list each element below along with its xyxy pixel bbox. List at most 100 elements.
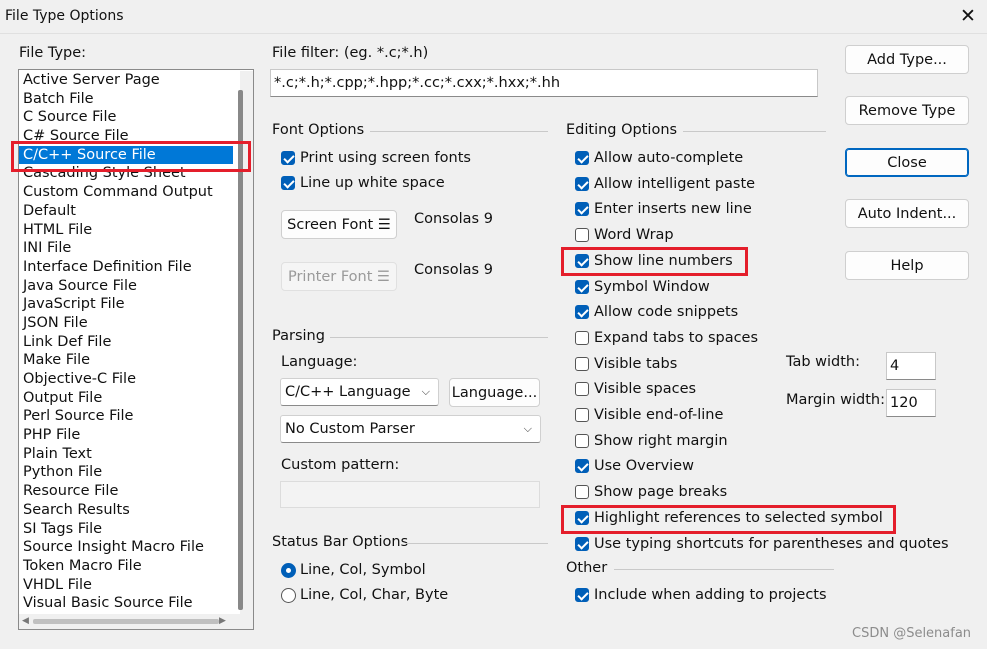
checkbox-icon[interactable] [575,382,589,397]
remove-type-button[interactable]: Remove Type [845,96,969,125]
radio-icon[interactable] [281,587,296,603]
editing-option-checkbox[interactable]: Symbol Window [575,279,710,295]
language-button[interactable]: Language... [449,378,540,407]
file-type-item[interactable]: Python File [19,463,239,482]
checkbox-icon[interactable] [575,408,589,422]
file-type-item[interactable]: SI Tags File [19,520,239,539]
editing-option-checkbox[interactable]: Enter inserts new line [575,201,752,217]
file-filter-input[interactable]: *.c;*.h;*.cpp;*.hpp;*.cc;*.cxx;*.hxx;*.h… [270,69,818,97]
editing-option-label: Allow intelligent paste [594,175,756,192]
file-type-item[interactable]: JSON File [19,314,239,333]
editing-option-checkbox[interactable]: Visible tabs [575,356,677,372]
close-button[interactable]: Close [845,148,969,177]
editing-options-divider [683,131,826,132]
checkbox-icon[interactable] [575,151,589,165]
checkbox-icon[interactable] [575,588,589,602]
checkbox-icon[interactable] [575,433,589,448]
editing-option-label: Visible end-of-line [594,407,724,423]
language-select[interactable]: C/C++ Language ⌵ [280,378,439,406]
include-when-adding-to-projects-checkbox[interactable]: Include when adding to projects [575,587,827,603]
title-bar: File Type Options ✕ [0,0,987,34]
file-type-item[interactable]: Batch File [19,90,239,109]
checkbox-icon[interactable] [575,485,589,500]
scroll-right-icon[interactable]: ▶ [219,616,226,626]
file-type-item[interactable]: Objective-C File [19,370,239,389]
checkbox-icon[interactable] [281,151,295,165]
file-type-item[interactable]: Resource File [19,482,239,501]
checkbox-icon[interactable] [575,305,589,320]
add-type-button[interactable]: Add Type... [845,45,969,74]
file-type-item[interactable]: PHP File [19,426,239,445]
printer-font-value: Consolas 9 [414,262,493,278]
checkbox-icon[interactable] [575,228,589,243]
file-type-item[interactable]: Perl Source File [19,407,239,426]
editing-option-checkbox[interactable]: Use typing shortcuts for parentheses and… [575,536,949,552]
printer-font-button[interactable]: Printer Font ☰ [281,262,397,291]
line-up-white-space-checkbox[interactable]: Line up white space [281,175,445,191]
window-title: File Type Options [5,8,124,24]
checkbox-icon[interactable] [281,176,295,190]
highlight-box-selected-file-type [11,141,251,172]
screen-font-button-label: Screen Font [287,217,374,233]
file-type-item[interactable]: INI File [19,239,239,258]
editing-option-checkbox[interactable]: Word Wrap [575,227,674,243]
editing-option-checkbox[interactable]: Use Overview [575,458,694,474]
file-type-item[interactable]: HTML File [19,221,239,240]
close-icon[interactable]: ✕ [956,4,980,28]
editing-option-checkbox[interactable]: Allow code snippets [575,304,738,320]
file-type-item[interactable]: C Source File [19,108,239,127]
editing-option-label: Visible spaces [594,381,697,398]
margin-width-label: Margin width: [786,392,885,408]
checkbox-icon[interactable] [575,279,589,294]
file-type-item[interactable]: Token Macro File [19,557,239,576]
checkbox-icon[interactable] [575,202,589,217]
editing-option-checkbox[interactable]: Expand tabs to spaces [575,330,758,346]
editing-option-checkbox[interactable]: Allow intelligent paste [575,176,755,192]
file-type-item[interactable]: Plain Text [19,445,239,464]
checkbox-icon[interactable] [575,536,589,551]
custom-parser-select[interactable]: No Custom Parser ⌵ [280,415,541,443]
auto-indent-button[interactable]: Auto Indent... [845,199,969,228]
help-button[interactable]: Help [845,251,969,280]
radio-icon[interactable] [281,562,296,578]
print-screen-fonts-checkbox[interactable]: Print using screen fonts [281,150,471,166]
checkbox-icon[interactable] [575,356,589,371]
language-select-value: C/C++ Language [285,384,411,400]
file-type-item[interactable]: Source Insight Macro File [19,538,239,557]
editing-option-label: Enter inserts new line [594,201,752,218]
file-type-item[interactable]: VHDL File [19,576,239,595]
highlight-box-show-line-numbers [561,247,748,276]
editing-option-checkbox[interactable]: Show right margin [575,433,728,449]
custom-pattern-input[interactable] [280,481,540,508]
editing-option-checkbox[interactable]: Visible end-of-line [575,407,723,423]
editing-option-checkbox[interactable]: Allow auto-complete [575,150,743,166]
editing-option-checkbox[interactable]: Visible spaces [575,381,696,397]
checkbox-icon[interactable] [575,459,589,474]
editing-option-label: Use typing shortcuts for parentheses and… [594,535,949,552]
status-bar-line-col-symbol-radio[interactable]: Line, Col, Symbol [281,562,426,578]
file-type-item[interactable]: Default [19,202,239,221]
file-type-item[interactable]: Search Results [19,501,239,520]
checkbox-icon[interactable] [575,176,589,191]
file-type-item[interactable]: Link Def File [19,333,239,352]
editing-option-checkbox[interactable]: Show page breaks [575,484,727,500]
screen-font-button[interactable]: Screen Font ☰ [281,210,397,239]
file-type-item[interactable]: Output File [19,389,239,408]
file-type-item[interactable]: Java Source File [19,277,239,296]
file-type-item[interactable]: Interface Definition File [19,258,239,277]
screen-font-value: Consolas 9 [414,211,493,227]
file-type-item[interactable]: JavaScript File [19,295,239,314]
editing-option-label: Word Wrap [594,227,674,244]
margin-width-input[interactable]: 120 [886,389,936,417]
other-title: Other [566,560,608,576]
file-type-item[interactable]: Active Server Page [19,71,239,90]
file-type-item[interactable]: Make File [19,351,239,370]
list-horizontal-scroll-thumb[interactable] [33,619,219,624]
tab-width-input[interactable]: 4 [886,352,936,380]
file-type-item[interactable]: Visual Basic Source File [19,594,239,613]
font-options-divider [370,131,548,132]
status-bar-line-col-char-byte-radio[interactable]: Line, Col, Char, Byte [281,587,448,603]
scroll-left-icon[interactable]: ◀ [22,616,29,626]
checkbox-icon[interactable] [575,330,589,345]
file-type-item[interactable]: Custom Command Output [19,183,239,202]
